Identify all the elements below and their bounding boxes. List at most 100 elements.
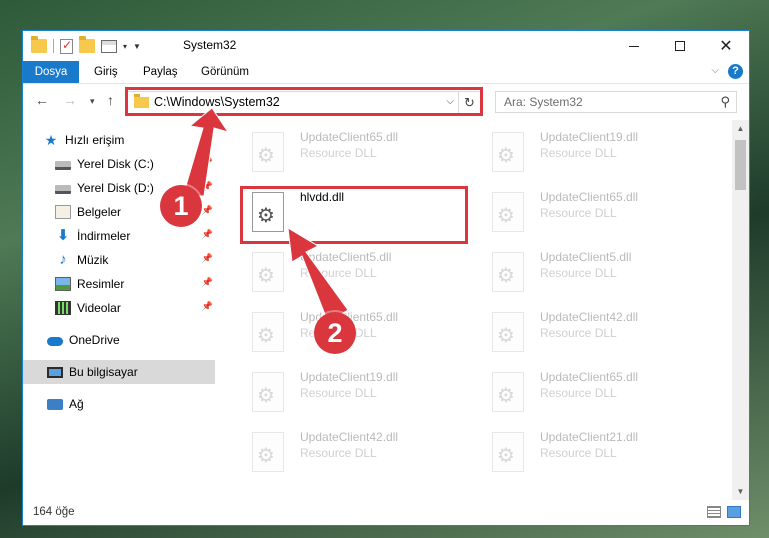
sidebar-item-label: Videolar [77, 301, 121, 315]
dll-file-icon [492, 432, 524, 472]
sidebar-item-downloads[interactable]: ⬇ İndirmeler 📌 [23, 224, 215, 248]
file-item[interactable]: UpdateClient21.dll Resource DLL [478, 426, 698, 478]
file-list: UpdateClient65.dll Resource DLL UpdateCl… [228, 120, 733, 500]
file-type: Resource DLL [540, 386, 617, 400]
dll-file-icon [492, 312, 524, 352]
maximize-icon [675, 41, 685, 51]
scroll-down-icon[interactable]: ▼ [732, 483, 749, 500]
file-highlight [240, 186, 468, 244]
step-marker-1: 1 [160, 185, 202, 227]
dll-file-icon [252, 372, 284, 412]
forward-arrow-icon[interactable]: → [63, 92, 77, 108]
close-icon: ✕ [719, 38, 733, 55]
recent-locations-icon[interactable]: ▾ [90, 96, 95, 107]
sidebar-item-label: Ağ [69, 397, 84, 411]
file-item[interactable]: UpdateClient19.dll Resource DLL [238, 366, 458, 418]
help-icon[interactable]: ? [728, 64, 743, 79]
file-name: UpdateClient21.dll [540, 430, 639, 444]
computer-icon [47, 366, 63, 378]
pin-icon: 📌 [201, 301, 213, 311]
dll-file-icon [252, 432, 284, 472]
file-type: Resource DLL [540, 146, 617, 160]
file-item[interactable]: UpdateClient42.dll Resource DLL [478, 306, 698, 358]
file-item[interactable]: UpdateClient19.dll Resource DLL [478, 126, 698, 178]
back-arrow-icon[interactable]: ← [35, 92, 49, 108]
file-type: Resource DLL [540, 206, 617, 220]
scroll-up-icon[interactable]: ▲ [732, 120, 749, 137]
sidebar-item-local-disk-c[interactable]: Yerel Disk (C:) 📌 [23, 152, 215, 176]
sidebar-item-music[interactable]: ♪ Müzik 📌 [23, 248, 215, 272]
dll-file-icon [492, 132, 524, 172]
sidebar-item-label: Yerel Disk (C:) [77, 157, 154, 171]
file-name: UpdateClient65.dll [540, 190, 639, 204]
file-item[interactable]: UpdateClient5.dll Resource DLL [238, 246, 458, 298]
dll-file-icon [492, 252, 524, 292]
file-type: Resource DLL [540, 266, 617, 280]
file-name: UpdateClient42.dll [300, 430, 399, 444]
download-icon: ⬇ [56, 227, 70, 244]
disk-icon [55, 161, 71, 170]
new-folder-icon[interactable] [79, 36, 95, 53]
pin-icon: 📌 [201, 277, 213, 287]
file-item[interactable]: UpdateClient5.dll Resource DLL [478, 246, 698, 298]
vertical-scrollbar[interactable]: ▲ ▼ [732, 120, 749, 500]
file-item[interactable]: UpdateClient65.dll Resource DLL [478, 186, 698, 238]
file-type: Resource DLL [300, 386, 377, 400]
file-item[interactable]: UpdateClient65.dll Resource DLL [478, 366, 698, 418]
documents-icon [55, 205, 71, 219]
chevron-down-icon[interactable]: ▾ [123, 42, 127, 51]
view-properties-icon[interactable] [101, 39, 117, 53]
file-name: UpdateClient5.dll [300, 250, 392, 264]
properties-check-icon[interactable] [60, 38, 73, 54]
tab-paylas[interactable]: Paylaş [143, 61, 178, 83]
file-name: UpdateClient42.dll [540, 310, 639, 324]
address-bar-highlight [125, 87, 483, 116]
file-type: Resource DLL [540, 326, 617, 340]
maximize-button[interactable] [657, 31, 703, 61]
window-title: System32 [183, 38, 237, 52]
close-button[interactable]: ✕ [703, 31, 749, 61]
sidebar-item-videos[interactable]: Videolar 📌 [23, 296, 215, 320]
quick-access-toolbar: ▾ ▼ [31, 36, 141, 55]
pin-icon: 📌 [201, 229, 213, 239]
scrollbar-thumb[interactable] [735, 140, 746, 190]
file-name: UpdateClient19.dll [300, 370, 399, 384]
dll-file-icon [252, 252, 284, 292]
tab-giris[interactable]: Giriş [94, 61, 118, 83]
tab-dosya[interactable]: Dosya [23, 61, 79, 83]
customize-toolbar-icon[interactable]: ▼ [133, 42, 141, 51]
details-view-icon[interactable] [707, 506, 721, 518]
sidebar-item-quick-access[interactable]: ★ Hızlı erişim [23, 128, 215, 152]
sidebar-item-label: OneDrive [69, 333, 120, 347]
large-icons-view-icon[interactable] [727, 506, 741, 518]
sidebar-item-network[interactable]: Ağ [23, 392, 215, 416]
navigation-pane: ★ Hızlı erişim Yerel Disk (C:) 📌 Yerel D… [23, 120, 223, 500]
sidebar-item-label: Resimler [77, 277, 125, 291]
minimize-icon [629, 45, 639, 47]
file-name: UpdateClient5.dll [540, 250, 632, 264]
cloud-icon [47, 337, 63, 346]
sidebar-item-onedrive[interactable]: OneDrive [23, 328, 215, 352]
minimize-button[interactable] [611, 31, 657, 61]
folder-icon[interactable] [31, 36, 47, 53]
videos-icon [55, 301, 71, 315]
up-arrow-icon[interactable]: ↑ [107, 92, 114, 108]
search-input[interactable]: Ara: System32 ⚲ [495, 91, 737, 113]
expand-ribbon-icon[interactable]: ⌵ [711, 65, 719, 76]
file-item[interactable]: UpdateClient42.dll Resource DLL [238, 426, 458, 478]
dll-file-icon [492, 192, 524, 232]
pin-icon: 📌 [201, 181, 213, 191]
sidebar-item-pictures[interactable]: Resimler 📌 [23, 272, 215, 296]
dll-file-icon [252, 132, 284, 172]
title-bar: ▾ ▼ System32 ✕ [23, 31, 749, 61]
search-icon: ⚲ [720, 94, 730, 109]
sidebar-item-label: Belgeler [77, 205, 122, 219]
sidebar-item-this-pc[interactable]: Bu bilgisayar [23, 360, 215, 384]
tab-gorunum[interactable]: Görünüm [201, 61, 249, 83]
sidebar-item-label: İndirmeler [77, 229, 131, 243]
search-placeholder: Ara: System32 [504, 95, 583, 109]
sidebar-item-label: Bu bilgisayar [69, 365, 138, 379]
sidebar-item-label: Müzik [77, 253, 109, 267]
dll-file-icon [492, 372, 524, 412]
file-item[interactable]: UpdateClient65.dll Resource DLL [238, 126, 458, 178]
